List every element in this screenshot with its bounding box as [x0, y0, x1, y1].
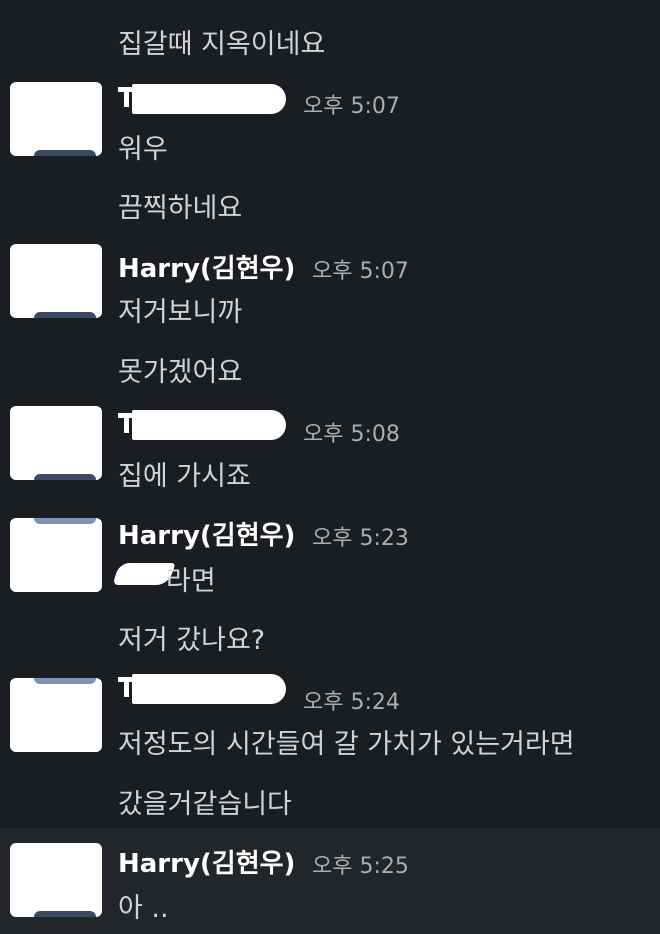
avatar-photo-edge — [34, 518, 96, 524]
message-text: 끔찍하네요 — [118, 193, 243, 224]
message-text: 집에 가시죠 — [118, 461, 251, 492]
author-name[interactable]: Harry(김현우) — [118, 515, 295, 552]
message-timestamp[interactable]: 오후 5:25 — [312, 848, 409, 880]
message-text: 못가겠어요 — [118, 357, 243, 388]
user-avatar[interactable] — [10, 678, 102, 752]
redacted-author-name — [118, 674, 286, 704]
user-avatar[interactable] — [10, 244, 102, 318]
message-text: 아 .. — [118, 893, 169, 924]
author-name[interactable]: Harry(김현우) — [118, 843, 295, 880]
user-avatar[interactable] — [10, 82, 102, 156]
message-timestamp[interactable]: 오후 5:07 — [312, 253, 409, 285]
message-text: 저정도의 시간들여 갈 가치가 있는거라면 — [118, 729, 575, 760]
user-avatar[interactable] — [10, 518, 102, 592]
avatar-photo-edge — [34, 911, 96, 917]
avatar-photo-edge — [34, 678, 96, 684]
avatar-photo-edge — [34, 474, 96, 480]
message-text: 라면 — [166, 566, 216, 597]
message-text: 워우 — [118, 134, 168, 165]
user-avatar[interactable] — [10, 406, 102, 480]
message-timestamp[interactable]: 오후 5:07 — [303, 88, 400, 120]
message-timestamp[interactable]: 오후 5:23 — [312, 520, 409, 552]
author-name[interactable]: Harry(김현우) — [118, 248, 295, 285]
user-avatar[interactable] — [10, 843, 102, 917]
message-text: 저거보니까 — [118, 297, 243, 328]
message-timestamp[interactable]: 오후 5:24 — [303, 684, 400, 716]
message-text: 집갈때 지옥이네요 — [118, 29, 326, 60]
message-text: 갔을거같습니다 — [118, 789, 292, 820]
redacted-author-name — [118, 84, 286, 114]
avatar-photo-edge — [34, 150, 96, 156]
redacted-author-name — [118, 410, 286, 440]
avatar-photo-edge — [34, 312, 96, 318]
message-text: 저거 갔나요? — [118, 625, 266, 656]
message-timestamp[interactable]: 오후 5:08 — [303, 416, 400, 448]
